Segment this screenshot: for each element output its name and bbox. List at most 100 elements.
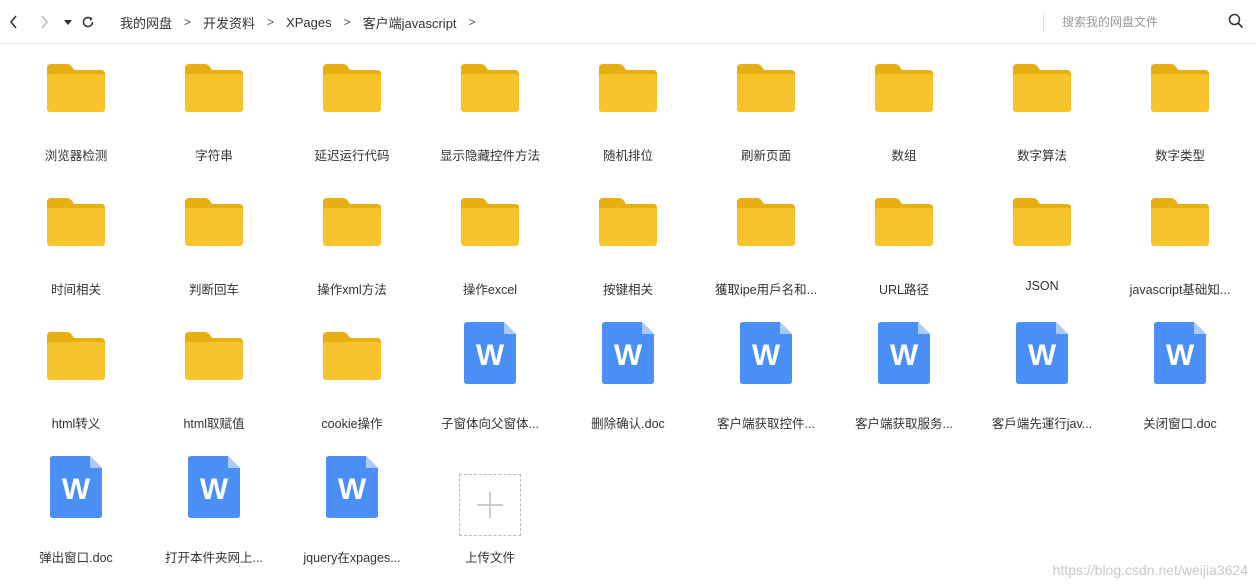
folder-item[interactable]: 獲取ipe用戶名和... [697,178,835,312]
folder-icon [1151,198,1209,246]
item-label: JSON [1025,279,1059,293]
folder-item[interactable]: 浏览器检测 [7,44,145,178]
folder-icon [1013,64,1071,112]
folder-icon [145,62,283,144]
word-letter: W [62,473,91,506]
history-dropdown-button[interactable] [58,12,78,32]
folder-item[interactable]: javascript基础知... [1111,178,1249,312]
folder-icon [185,64,243,112]
word-doc-icon: W [973,322,1111,404]
folder-icon [1111,62,1249,144]
plus-icon [459,474,521,536]
word-letter: W [1028,339,1057,372]
folder-item[interactable]: 显示隐藏控件方法 [421,44,559,178]
breadcrumb-item[interactable]: XPages [278,15,340,30]
word-letter: W [1166,339,1195,372]
folder-item[interactable]: 随机排位 [559,44,697,178]
search-input[interactable] [1062,12,1222,32]
folder-icon [1013,198,1071,246]
folder-icon [461,198,519,246]
word-doc-icon: W [602,322,654,384]
item-label: 时间相关 [50,283,101,297]
breadcrumb-item[interactable]: 开发资料 [195,13,263,32]
folder-item[interactable]: html取赋值 [145,312,283,446]
word-letter: W [200,473,229,506]
word-doc-icon: W [464,322,516,384]
file-item[interactable]: W 删除确认.doc [559,312,697,446]
folder-item[interactable]: 字符串 [145,44,283,178]
file-item[interactable]: W 客戶端先運行jav... [973,312,1111,446]
back-button[interactable] [4,12,24,32]
forward-button[interactable] [34,12,54,32]
folder-icon [421,196,559,278]
folder-icon [283,196,421,278]
folder-item[interactable]: 判断回车 [145,178,283,312]
watermark: https://blog.csdn.net/weijia3624 [1052,562,1248,578]
folder-icon [835,62,973,144]
refresh-button[interactable] [78,12,98,32]
word-doc-icon: W [1016,322,1068,384]
folder-icon [283,62,421,144]
file-item[interactable]: W 关闭窗口.doc [1111,312,1249,446]
item-label: 随机排位 [602,149,653,163]
item-label: 刷新页面 [740,149,791,163]
breadcrumb-item[interactable]: 客户端javascript [355,13,465,32]
file-item[interactable]: W 子窗体向父窗体... [421,312,559,446]
breadcrumb-separator: > [468,15,476,29]
folder-item[interactable]: html转义 [7,312,145,446]
folder-item[interactable]: 数字算法 [973,44,1111,178]
folder-icon [421,62,559,144]
breadcrumb: 我的网盘 > 开发资料 > XPages > 客户端javascript > [112,0,480,44]
folder-icon [461,64,519,112]
folder-icon [559,196,697,278]
item-label: cookie操作 [321,417,383,431]
word-doc-icon: W [835,322,973,404]
folder-icon [7,62,145,144]
folder-icon [835,196,973,278]
item-label: 数字算法 [1016,149,1067,163]
folder-item[interactable]: 按键相关 [559,178,697,312]
file-item[interactable]: W 客户端获取控件... [697,312,835,446]
breadcrumb-separator: > [184,15,192,29]
folder-item[interactable]: 数组 [835,44,973,178]
file-item[interactable]: W 打开本件夹网上... [145,446,283,580]
folder-icon [323,64,381,112]
file-item[interactable]: Wjquery在xpages... [283,446,421,580]
file-item[interactable]: W 客户端获取服务... [835,312,973,446]
folder-item[interactable]: 操作xml方法 [283,178,421,312]
folder-item[interactable]: JSON [973,178,1111,312]
search-button[interactable] [1228,13,1246,31]
word-letter: W [890,339,919,372]
word-doc-icon: W [283,456,421,538]
item-label: 浏览器检测 [44,149,108,163]
folder-icon [47,198,105,246]
upload-plus-icon [421,464,559,546]
folder-icon [1111,196,1249,278]
folder-item[interactable]: 数字类型 [1111,44,1249,178]
word-doc-icon: W [559,322,697,404]
folder-icon [185,332,243,380]
folder-icon [875,64,933,112]
item-label: 数组 [891,149,917,163]
item-label: 字符串 [195,149,233,163]
folder-icon [47,332,105,380]
item-label: html取赋值 [183,417,245,431]
folder-item[interactable]: 延迟运行代码 [283,44,421,178]
folder-item[interactable]: 操作excel [421,178,559,312]
folder-item[interactable]: 时间相关 [7,178,145,312]
folder-icon [973,196,1111,278]
file-item[interactable]: W 弹出窗口.doc [7,446,145,580]
item-label: 延迟运行代码 [314,149,390,163]
folder-icon [697,62,835,144]
folder-item[interactable]: URL路径 [835,178,973,312]
folder-item[interactable]: cookie操作 [283,312,421,446]
word-doc-icon: W [878,322,930,384]
upload-button[interactable]: 上传文件 [421,446,559,580]
caret-down-icon [64,20,72,25]
folder-icon [737,64,795,112]
folder-icon [47,64,105,112]
item-label: 关闭窗口.doc [1143,417,1217,431]
folder-item[interactable]: 刷新页面 [697,44,835,178]
folder-icon [283,330,421,412]
breadcrumb-item[interactable]: 我的网盘 [112,13,180,32]
